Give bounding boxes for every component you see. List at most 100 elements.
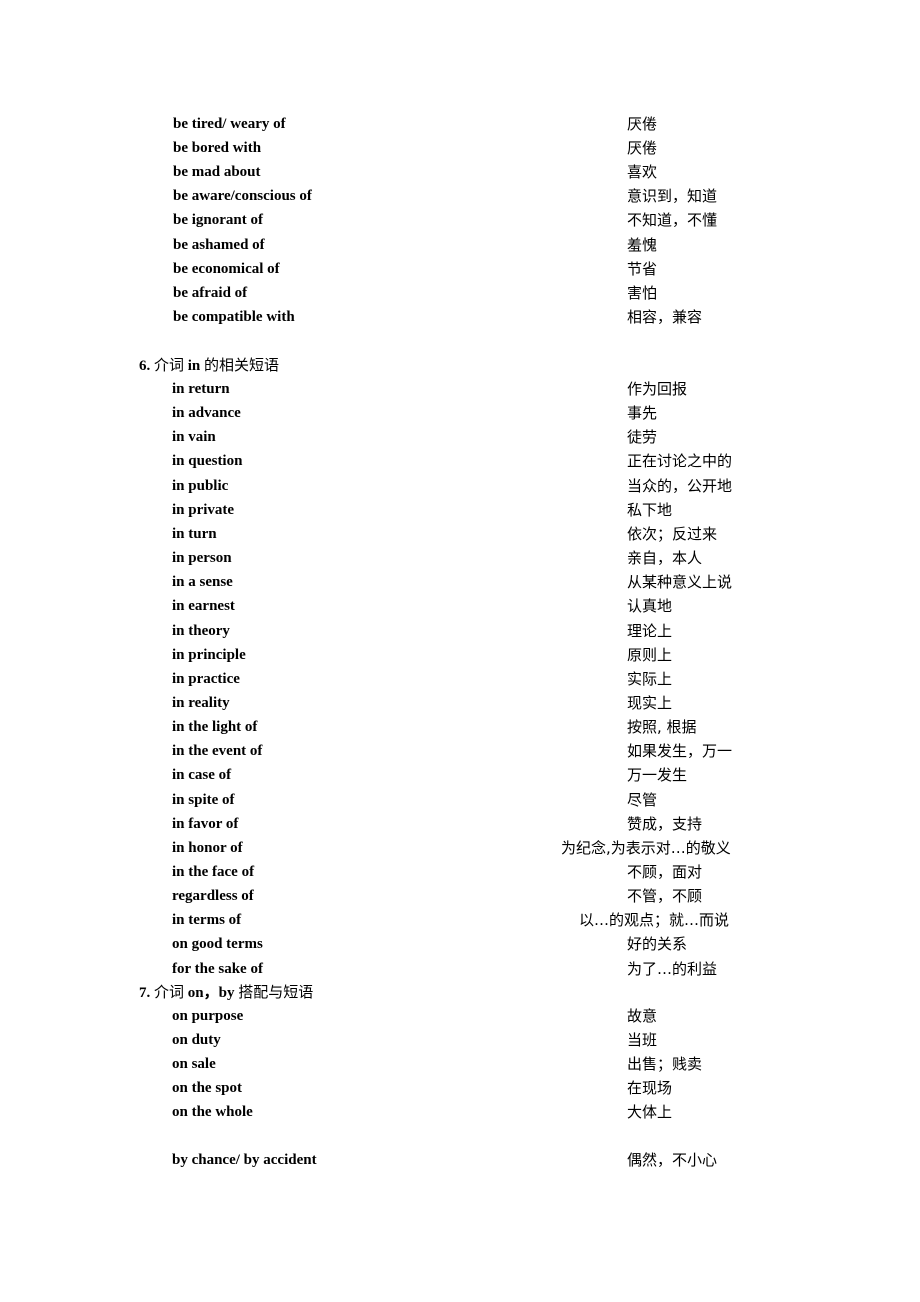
phrase-chinese: 事先: [627, 404, 658, 423]
phrase-english: be mad about: [173, 164, 261, 181]
phrase-english: in advance: [172, 405, 241, 422]
phrase-english: in the event of: [172, 743, 263, 760]
phrase-english: be ashamed of: [173, 236, 265, 253]
phrase-english: be compatible with: [173, 308, 295, 325]
section-number: 7.: [139, 985, 154, 1001]
phrase-row: in the face of 不顾，面对: [0, 860, 920, 884]
phrase-english: in the face of: [172, 864, 255, 880]
phrase-chinese: 现实上: [627, 693, 673, 712]
phrase-english: in theory: [172, 622, 230, 639]
phrase-chinese: 节省: [627, 259, 658, 278]
phrase-english: in practice: [172, 670, 240, 687]
phrase-english: in person: [172, 550, 232, 567]
phrase-english: in spite of: [172, 791, 235, 808]
section-title-prefix: 介词: [154, 983, 185, 1001]
phrase-chinese: 亲自，本人: [627, 549, 703, 568]
phrase-english: in principle: [172, 646, 246, 663]
phrase-row: be bored with 厌倦: [0, 136, 920, 160]
phrase-row: in private 私下地: [0, 498, 920, 522]
phrase-chinese: 作为回报: [627, 380, 688, 398]
phrase-row: in question 正在讨论之中的: [0, 449, 920, 473]
phrase-row: in case of 万一发生: [0, 763, 920, 787]
phrase-chinese: 大体上: [627, 1103, 673, 1122]
phrase-english: on sale: [172, 1056, 216, 1073]
phrase-row: in person 亲自，本人: [0, 546, 920, 570]
phrase-chinese: 从某种意义上说: [627, 573, 733, 592]
phrase-english: in favor of: [172, 815, 239, 832]
phrase-chinese: 为了…的利益: [627, 959, 718, 978]
phrase-row: in return 作为回报: [0, 377, 920, 401]
phrase-english: in honor of: [172, 839, 243, 856]
phrase-english: on duty: [172, 1032, 221, 1049]
phrase-chinese: 万一发生: [627, 766, 688, 785]
phrase-english: on good terms: [172, 936, 263, 953]
phrase-row: be mad about 喜欢: [0, 160, 920, 184]
phrase-row: be ashamed of 羞愧: [0, 233, 920, 257]
phrase-english: be tired/ weary of: [173, 116, 286, 132]
phrase-chinese: 为纪念,为表示对…的敬义: [561, 838, 731, 857]
phrase-chinese: 故意: [627, 1007, 658, 1025]
phrase-row: in vain 徒劳: [0, 425, 920, 449]
phrase-chinese: 意识到，知道: [627, 187, 718, 206]
phrase-english: in private: [172, 501, 235, 518]
phrase-row: on the whole 大体上: [0, 1100, 920, 1124]
phrase-chinese: 害怕: [627, 283, 658, 302]
section-title-keyword: in: [184, 358, 205, 374]
phrase-row: on good terms 好的关系: [0, 932, 920, 956]
phrase-chinese: 如果发生，万一: [627, 742, 733, 761]
phrase-row: regardless of 不管，不顾: [0, 884, 920, 908]
phrase-row: in the event of 如果发生，万一: [0, 739, 920, 763]
phrase-row: on the spot 在现场: [0, 1076, 920, 1100]
phrase-chinese: 出售；贱卖: [627, 1055, 703, 1074]
phrase-chinese: 喜欢: [627, 163, 658, 182]
phrase-chinese: 相容，兼容: [627, 307, 703, 326]
phrase-row: in earnest 认真地: [0, 594, 920, 618]
phrase-row: in spite of 尽管: [0, 788, 920, 812]
section-heading: 7. 介词 on，by 搭配与短语: [139, 980, 313, 1005]
phrase-chinese: 当班: [627, 1031, 658, 1050]
phrase-row: on duty 当班: [0, 1028, 920, 1052]
section-title-suffix: 搭配与短语: [238, 983, 314, 1001]
phrase-english: by chance/ by accident: [172, 1152, 317, 1168]
phrase-row: be afraid of 害怕: [0, 281, 920, 305]
phrase-english: in earnest: [172, 598, 235, 615]
phrase-chinese: 原则上: [627, 645, 673, 664]
phrase-row: be tired/ weary of 厌倦: [0, 112, 920, 136]
phrase-english: be aware/conscious of: [173, 188, 312, 205]
phrase-chinese: 在现场: [627, 1079, 673, 1098]
phrase-english: regardless of: [172, 888, 254, 905]
phrase-english: for the sake of: [172, 960, 263, 977]
phrase-chinese: 正在讨论之中的: [627, 452, 733, 471]
phrase-chinese: 偶然，不小心: [627, 1151, 718, 1169]
phrase-english: in public: [172, 477, 229, 494]
phrase-english: in return: [172, 381, 230, 397]
phrase-english: on the whole: [172, 1104, 253, 1121]
phrase-chinese: 依次；反过来: [627, 524, 718, 543]
phrase-row: be compatible with 相容，兼容: [0, 305, 920, 329]
phrase-chinese: 徒劳: [627, 428, 658, 447]
phrase-row: in turn 依次；反过来: [0, 522, 920, 546]
phrase-english: be economical of: [173, 260, 280, 277]
phrase-row: for the sake of 为了…的利益: [0, 957, 920, 981]
phrase-chinese: 以…的观点；就…而说: [579, 911, 730, 930]
phrase-english: in reality: [172, 694, 230, 711]
phrase-chinese: 厌倦: [627, 115, 658, 133]
phrase-english: on the spot: [172, 1080, 243, 1097]
phrase-english: in the light of: [172, 719, 258, 736]
phrase-row: in reality 现实上: [0, 691, 920, 715]
phrase-chinese: 尽管: [627, 790, 658, 809]
phrase-chinese: 私下地: [627, 500, 673, 519]
phrase-english: in question: [172, 453, 243, 470]
phrase-row: on purpose 故意: [0, 1004, 920, 1028]
section-7-heading: 7. 介词 on，by 搭配与短语: [0, 980, 920, 1004]
phrase-chinese: 不知道，不懂: [627, 211, 718, 230]
section-number: 6.: [139, 358, 154, 374]
phrase-chinese: 不管，不顾: [627, 887, 703, 906]
phrase-english: be afraid of: [173, 284, 248, 301]
phrase-row: in terms of 以…的观点；就…而说: [0, 908, 920, 932]
phrase-row: be ignorant of 不知道，不懂: [0, 208, 920, 232]
phrase-chinese: 羞愧: [627, 235, 658, 254]
phrase-english: on purpose: [172, 1008, 244, 1024]
phrase-english: in turn: [172, 525, 217, 542]
section-heading: 6. 介词 in 的相关短语: [139, 353, 279, 378]
